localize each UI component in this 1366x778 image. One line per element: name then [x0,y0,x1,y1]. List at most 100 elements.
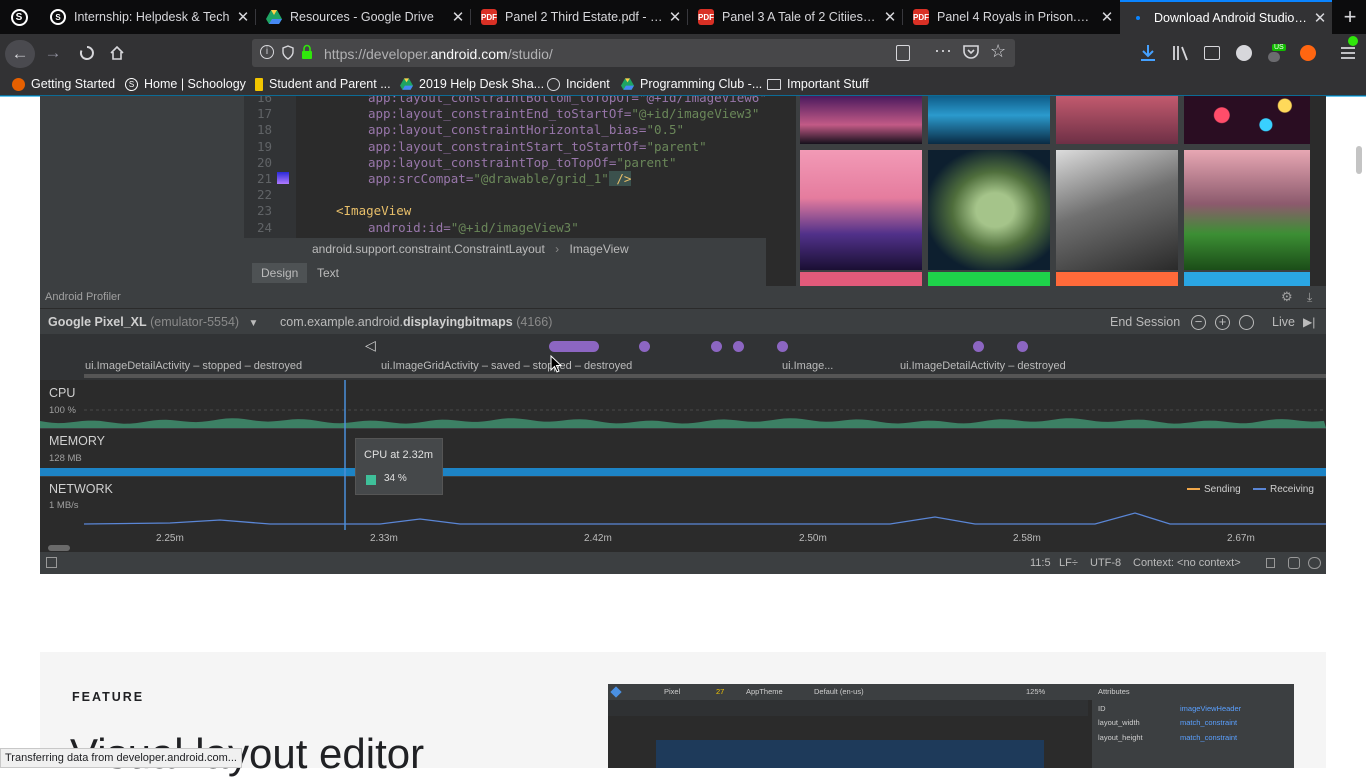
menu-icon[interactable]: S [6,4,32,30]
tick-label: 2.25m [156,533,184,544]
end-session-button[interactable]: End Session [1110,309,1180,335]
hamburger-menu-icon[interactable] [1340,36,1358,65]
sending-label: Sending [1204,484,1241,495]
close-icon[interactable]: ✕ [1308,9,1332,27]
device-dropdown[interactable]: Pixel [664,684,680,700]
theme-dropdown[interactable]: AppTheme [746,684,783,700]
url-text[interactable]: https://developer.android.com/studio/ [324,46,553,62]
bookmark-getting-started[interactable]: Getting Started [12,75,115,93]
tracking-shield-icon[interactable] [282,45,294,65]
context-indicator[interactable]: Context: <no context> [1133,552,1241,574]
image-preview-icon [277,172,289,184]
account-icon[interactable] [1236,45,1252,61]
extension-badge: US [1272,44,1286,51]
receiving-label: Receiving [1270,484,1314,495]
download-icon[interactable] [1140,44,1156,67]
close-icon[interactable]: ✕ [231,8,255,26]
page-actions-icon[interactable]: ··· [934,40,952,61]
tab-panel-3[interactable]: PDF Panel 3 A Tale of 2 Citiies.pdf ✕ [688,0,902,34]
attr-value[interactable]: match_constraint [1180,718,1237,727]
tab-resources[interactable]: Resources - Google Drive ✕ [256,0,470,34]
close-icon[interactable]: ✕ [878,8,902,26]
event-marker[interactable] [711,341,722,352]
event-marker[interactable] [777,341,788,352]
bookmark-label: Incident [566,77,610,91]
reset-zoom-icon[interactable] [1239,315,1254,330]
close-icon[interactable]: ✕ [663,8,687,26]
hide-panel-icon[interactable]: ⤓ [1307,286,1312,308]
api-dropdown[interactable]: 27 [716,684,724,700]
design-surface-icon[interactable] [610,686,622,698]
page-scrollbar[interactable] [1356,146,1362,174]
code-line[interactable]: app:layout_constraintStart_toStartOf="pa… [368,139,707,154]
inspector-icon[interactable] [1288,557,1300,569]
layout-editor-second-toolbar [608,700,1088,716]
device-selector[interactable]: Google Pixel_XL (emulator-5554) ▼ [48,309,258,337]
code-editor: 16 17 18 19 20 21 22 23 24 app:layout_constraint… [244,96,767,238]
code-line[interactable]: app:layout_constraintHorizontal_bias="0.… [368,122,684,137]
code-line[interactable]: app:srcCompat="@drawable/grid_1" /> [368,171,632,186]
code-line[interactable]: app:layout_constraintTop_toTopOf="parent… [368,155,677,170]
zoom-level[interactable]: 125% [1026,684,1045,700]
reader-view-icon[interactable] [896,45,910,61]
bookmark-student-parent[interactable]: Student and Parent ... [255,75,391,93]
close-icon[interactable]: ✕ [446,8,470,26]
attr-value[interactable]: match_constraint [1180,733,1237,742]
extension-icon[interactable]: US [1268,44,1288,62]
lock-icon[interactable] [1266,558,1275,568]
event-marker[interactable] [1017,341,1028,352]
tab-internship[interactable]: S Internship: Helpdesk & Tech ✕ [40,0,255,34]
bookmark-important-stuff[interactable]: Important Stuff [767,75,869,93]
bookmark-programming-club[interactable]: Programming Club -... [621,75,762,93]
event-marker[interactable] [549,341,599,352]
tab-android-studio[interactable]: Download Android Studio and ✕ [1120,0,1332,34]
back-icon[interactable]: ← [5,40,35,68]
tab-design[interactable]: Design [252,263,308,283]
tab-text[interactable]: Text [308,263,348,283]
addon-icon[interactable] [1300,45,1316,61]
home-icon[interactable] [104,40,130,66]
timeline-scrollbar[interactable] [48,545,70,551]
bookmark-incident[interactable]: Incident [547,75,610,93]
tab-panel-4[interactable]: PDF Panel 4 Royals in Prison.pdf - ✕ [903,0,1119,34]
tab-label: Panel 2 Third Estate.pdf - Go [505,10,663,24]
process-selector[interactable]: com.example.android.displayingbitmaps (4… [280,309,552,335]
photo-sunset-sky [800,96,922,144]
lock-icon[interactable] [301,44,313,65]
go-live-icon[interactable]: ▶| [1303,309,1315,335]
code-line[interactable]: <ImageView [336,203,411,218]
breadcrumb-child[interactable]: ImageView [570,242,629,256]
event-marker[interactable] [639,341,650,352]
tab-panel-2[interactable]: PDF Panel 2 Third Estate.pdf - Go ✕ [471,0,687,34]
event-marker[interactable] [733,341,744,352]
attr-value[interactable]: imageViewHeader [1180,704,1241,713]
tool-windows-icon[interactable] [46,557,57,568]
event-log-icon[interactable] [1308,557,1321,569]
settings-gear-icon[interactable]: ⚙ [1281,286,1293,308]
sidebar-icon[interactable] [1204,46,1220,60]
bookmark-schoology[interactable]: S Home | Schoology [125,75,246,93]
live-button[interactable]: Live [1272,309,1295,335]
breadcrumb-parent[interactable]: android.support.constraint.ConstraintLay… [312,242,545,256]
zoom-in-icon[interactable]: + [1215,315,1230,330]
cursor-position[interactable]: 11:5 [1030,552,1051,574]
bookmark-star-icon[interactable]: ☆ [990,41,1006,62]
file-encoding[interactable]: UTF-8 [1090,552,1121,574]
forward-icon[interactable]: → [40,40,66,66]
zoom-out-icon[interactable]: − [1191,315,1206,330]
stop-loading-icon[interactable] [74,40,100,66]
code-line[interactable]: app:layout_constraintEnd_toStartOf="@+id… [368,106,759,121]
event-marker[interactable] [973,341,984,352]
pocket-icon[interactable] [963,45,979,64]
info-icon[interactable]: i [260,45,274,59]
line-separator[interactable]: LF÷ [1059,552,1078,574]
url-prefix: https://developer. [324,46,431,62]
code-line[interactable]: android:id="@+id/imageView3" [368,220,579,235]
bookmark-help-desk[interactable]: 2019 Help Desk Sha... [400,75,544,93]
address-bar[interactable]: i https://developer.android.com/studio/ … [252,39,1015,67]
new-tab-icon[interactable]: + [1337,4,1363,30]
code-line[interactable]: app:layout_constraintBottom_toTopOf="@+i… [368,96,767,105]
close-icon[interactable]: ✕ [1095,8,1119,26]
library-icon[interactable] [1172,45,1190,66]
locale-dropdown[interactable]: Default (en-us) [814,684,864,700]
